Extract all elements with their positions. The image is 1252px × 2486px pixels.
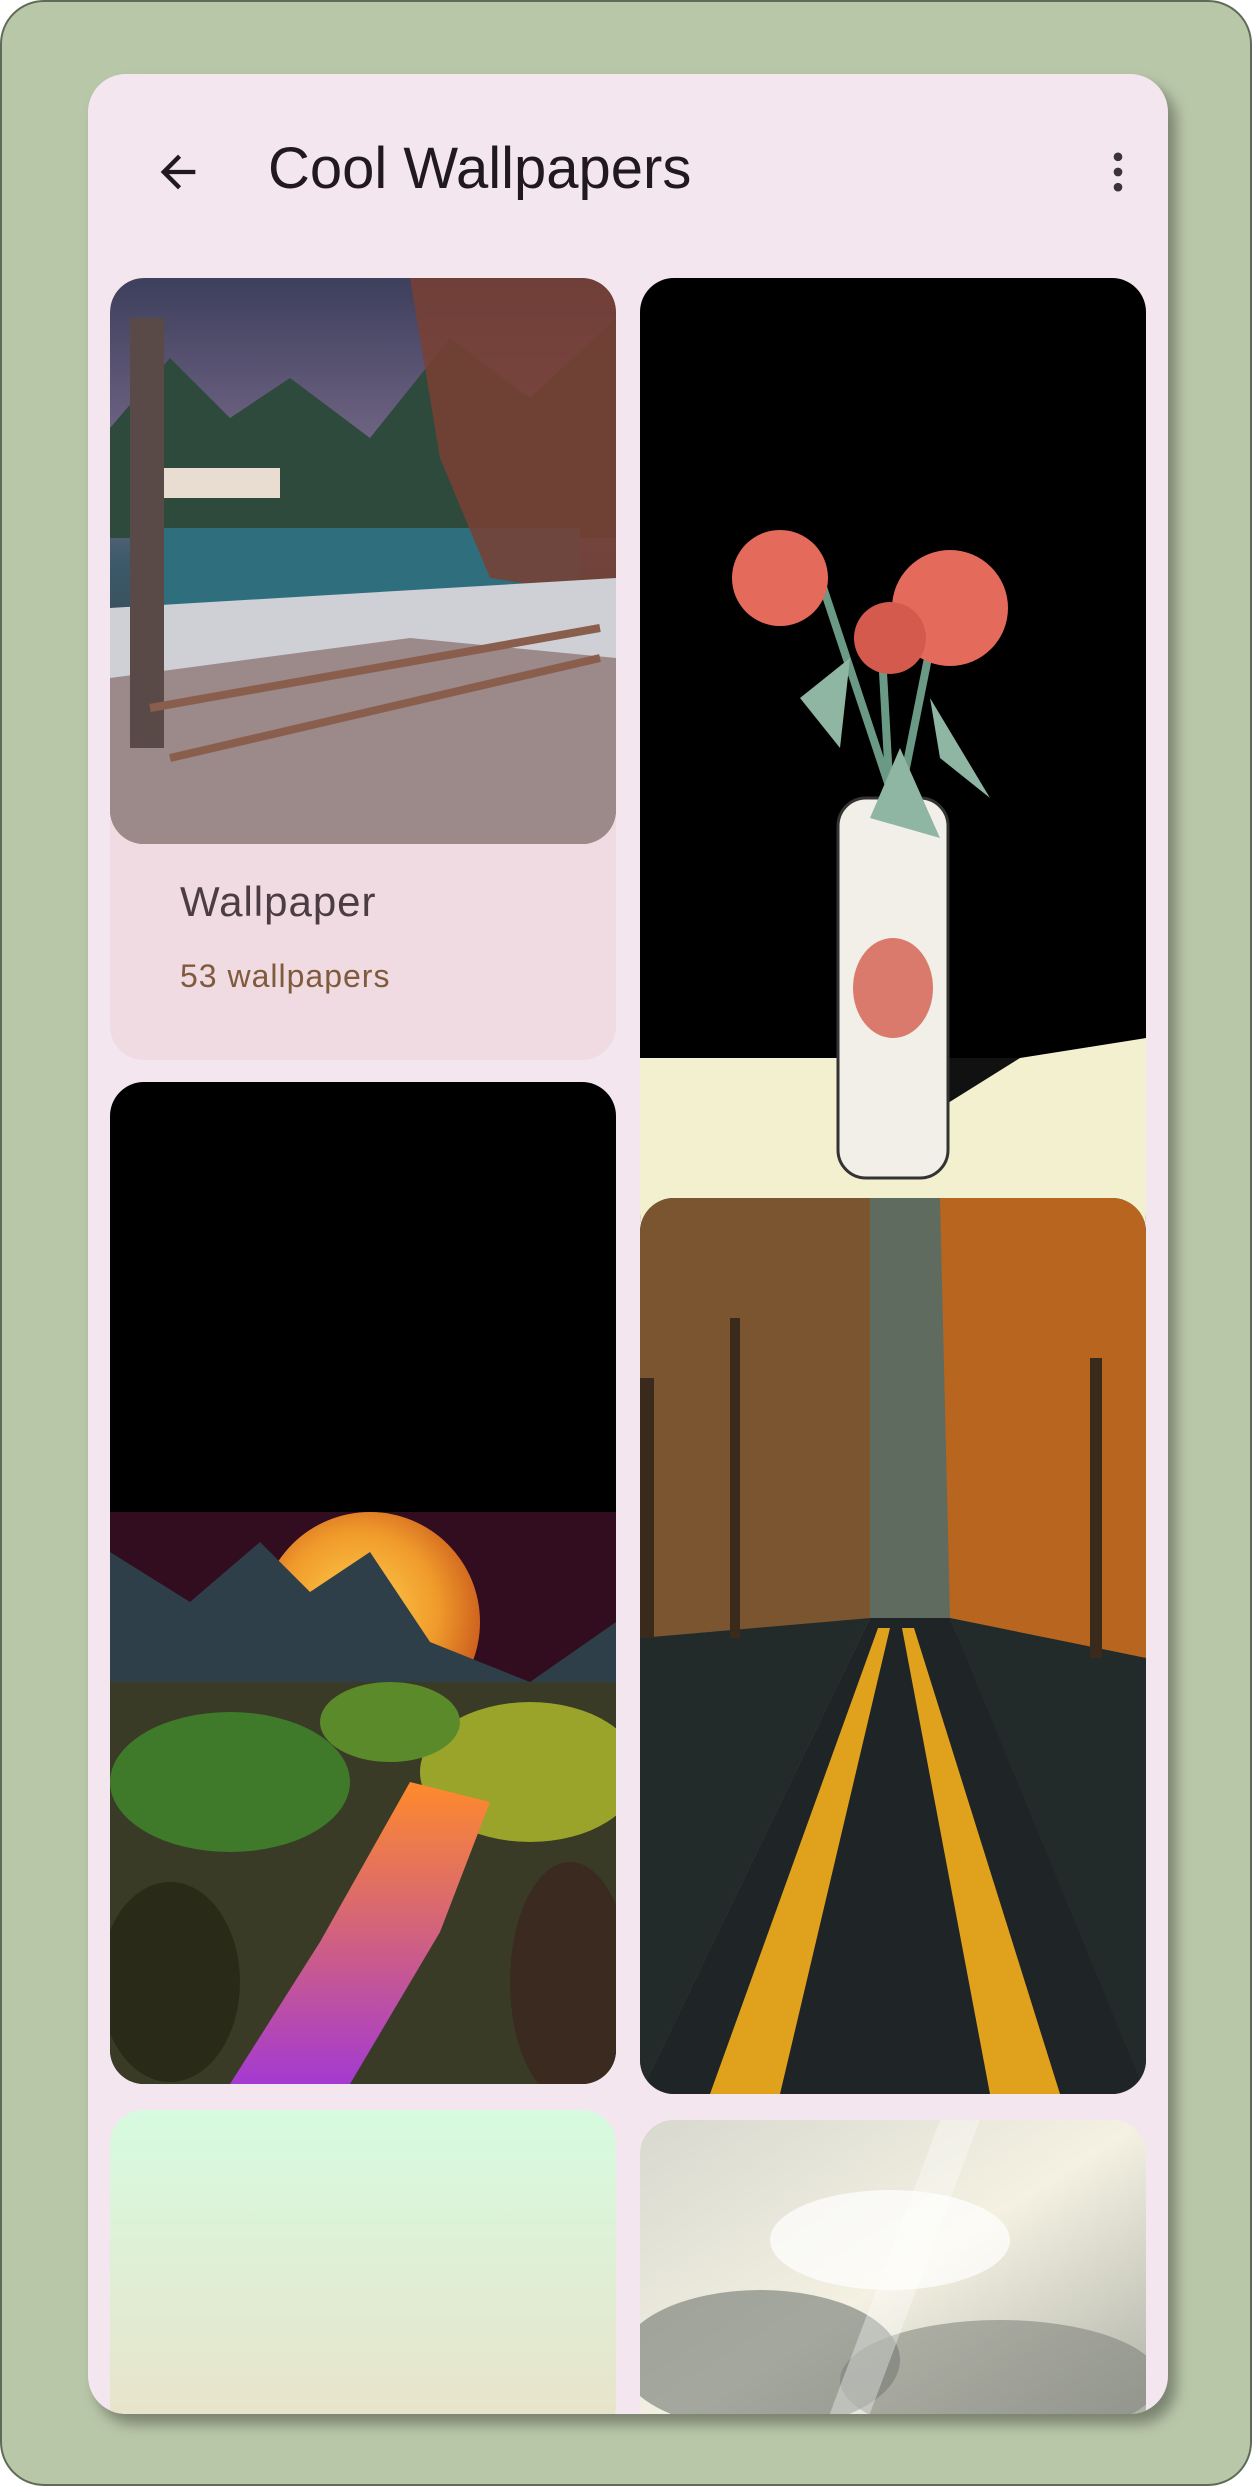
category-card[interactable]: Wallpaper 53 wallpapers: [110, 278, 616, 1060]
category-count: 53 wallpapers: [180, 958, 391, 994]
device-frame: Cool Wallpapers Wallpaper 53 wallpapers: [0, 0, 1252, 2486]
moon-over-mountains-image: [110, 1082, 616, 2084]
more-options-button[interactable]: [1078, 132, 1158, 212]
wallpaper-tile[interactable]: [110, 1082, 616, 2084]
page-title: Cool Wallpapers: [268, 136, 692, 201]
wallpaper-tile[interactable]: [110, 278, 616, 844]
autumn-road-image: [640, 1198, 1146, 2094]
category-title: Wallpaper: [180, 878, 377, 925]
roses-in-vase-image: [640, 278, 1146, 1248]
wallpaper-tile[interactable]: [640, 1198, 1146, 2094]
snowy-lake-forest-image: [110, 278, 616, 844]
wallpaper-tile[interactable]: [640, 2120, 1146, 2414]
wallpaper-tile[interactable]: [110, 2110, 616, 2414]
cloudy-sky-image: [640, 2120, 1146, 2414]
top-app-bar: Cool Wallpapers: [88, 74, 1168, 274]
arrow-left-icon: [160, 154, 196, 190]
back-button[interactable]: [138, 132, 218, 212]
wallpaper-tile[interactable]: [640, 278, 1146, 1248]
app-screen: Cool Wallpapers Wallpaper 53 wallpapers: [88, 74, 1168, 2414]
more-vert-icon: [1113, 152, 1123, 192]
mint-gradient-image: [110, 2110, 616, 2414]
